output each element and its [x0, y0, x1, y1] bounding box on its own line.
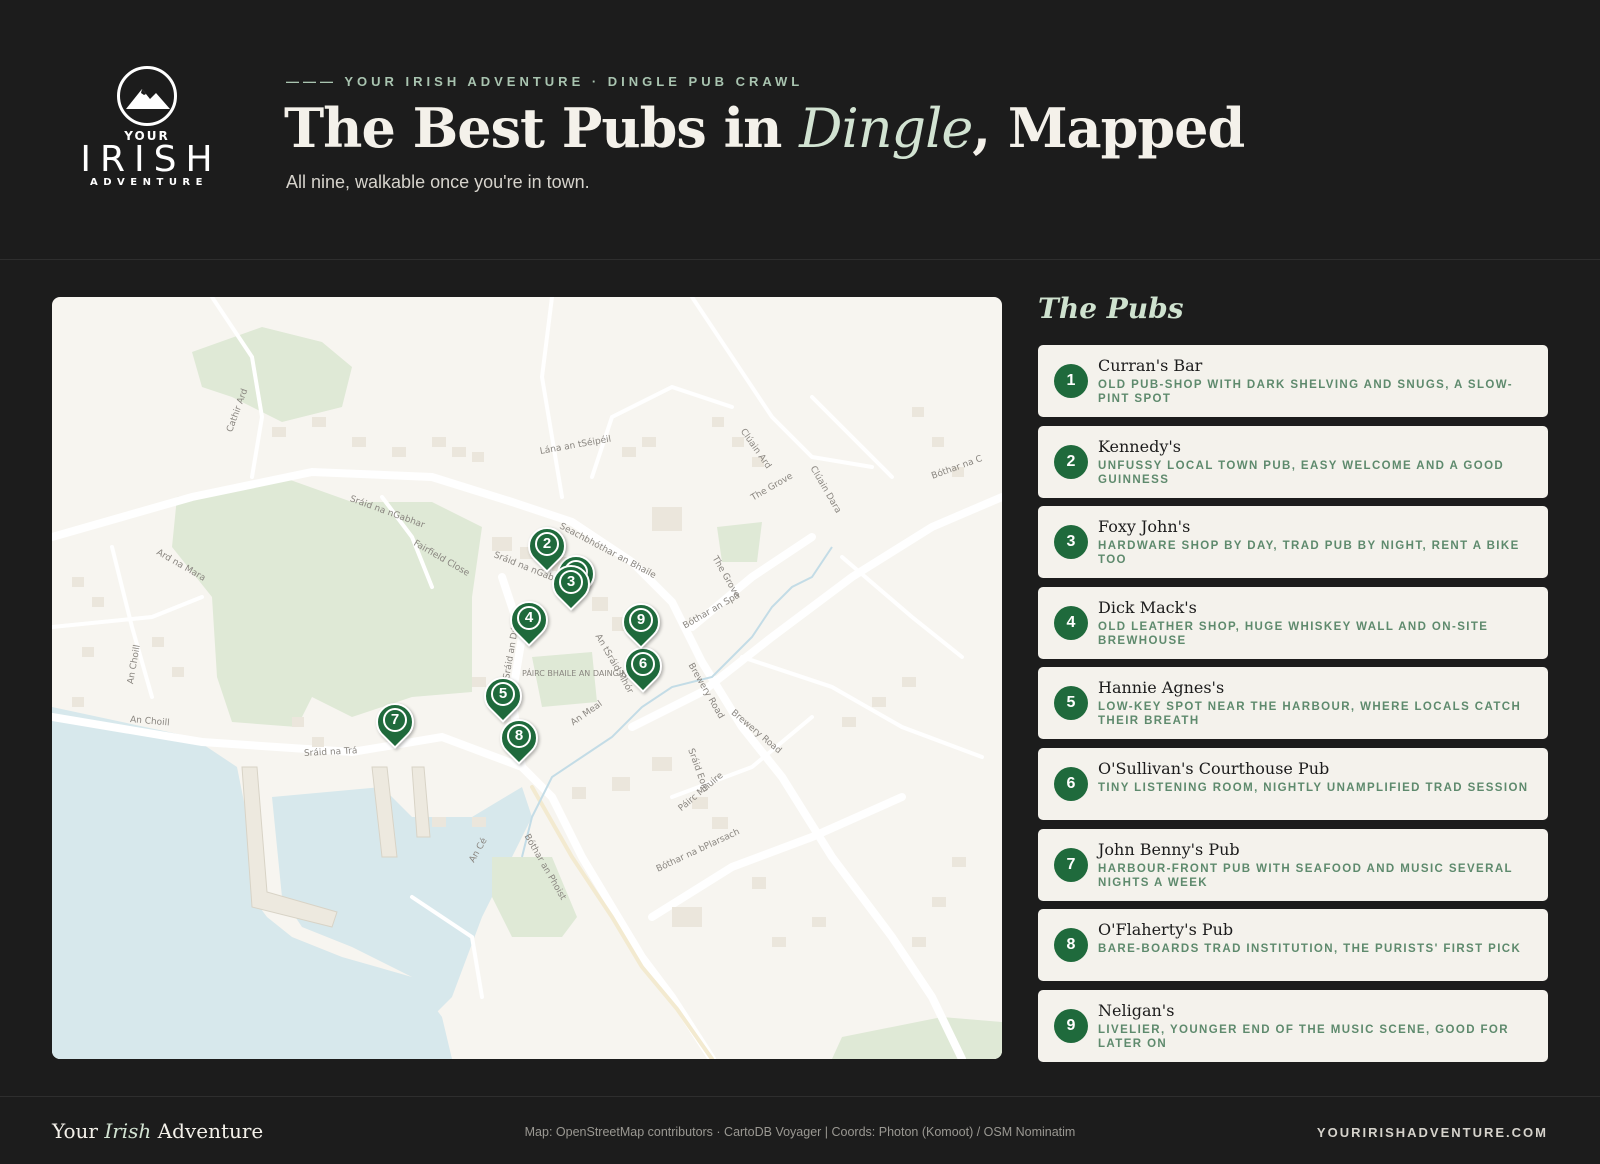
page-footer: Your Irish Adventure Map: OpenStreetMap …: [0, 1096, 1600, 1164]
map-basemap: [52, 297, 1002, 1059]
pub-number-badge: 4: [1054, 605, 1088, 640]
pub-name: John Benny's Pub: [1098, 839, 1240, 859]
pub-card-7[interactable]: 7 John Benny's Pub Harbour-front pub with …: [1038, 828, 1548, 901]
pub-list: 1 Curran's Bar Old pub-shop with dark shel…: [1038, 345, 1548, 1070]
pub-description: Low-key spot near the harbour, where loc…: [1098, 701, 1522, 728]
marker-number: 9: [629, 608, 653, 632]
marker-number: 4: [517, 606, 541, 630]
pub-description: Bare-boards trad institution, the purist…: [1098, 943, 1522, 956]
pub-description: Old leather shop, huge whiskey wall and …: [1098, 620, 1489, 647]
marker-number: 8: [507, 724, 531, 748]
pub-card-9[interactable]: 9 Neligan's Livelier, younger end of the m…: [1038, 989, 1548, 1062]
pub-name: Curran's Bar: [1098, 356, 1203, 375]
pub-description: Tiny listening room, nightly unamplified…: [1098, 781, 1529, 794]
pub-name: Neligan's: [1098, 1000, 1175, 1020]
pub-description: Livelier, younger end of the music scene…: [1098, 1023, 1509, 1050]
page-header: YOUR IRISH ADVENTURE ——— YOUR IRISH ADVE…: [0, 0, 1600, 260]
pub-description: Hardware shop by day, trad pub by night,…: [1098, 540, 1520, 567]
marker-number: 3: [559, 570, 583, 594]
pub-name: Foxy John's: [1098, 517, 1191, 537]
map-marker-9[interactable]: 9: [614, 595, 668, 651]
pub-number-badge: 8: [1054, 928, 1088, 963]
website-link[interactable]: YOURIRISHADVENTURE.COM: [1317, 1125, 1548, 1140]
pub-number-badge: 3: [1054, 525, 1088, 560]
logo-text-irish: IRISH: [80, 139, 222, 180]
pub-description: Harbour-front pub with seafood and music…: [1098, 862, 1513, 889]
pub-card-3[interactable]: 3 Foxy John's Hardware shop by day, trad p…: [1038, 506, 1548, 579]
pub-number-badge: 2: [1054, 444, 1088, 479]
mountain-icon: [117, 66, 177, 126]
marker-number: 2: [535, 532, 559, 556]
pub-card-1[interactable]: 1 Curran's Bar Old pub-shop with dark shel…: [1038, 345, 1548, 417]
pub-map[interactable]: Sráid na nGabhar Seachbhóthar an Bhaile Sr…: [52, 297, 1002, 1059]
pub-number-badge: 9: [1054, 1008, 1088, 1043]
title-prefix: The Best Pubs in: [284, 96, 800, 160]
page-subtitle: All nine, walkable once you're in town.: [286, 172, 590, 192]
pub-number-badge: 1: [1054, 364, 1088, 398]
brand-logo[interactable]: YOUR IRISH ADVENTURE: [72, 66, 222, 196]
pub-number-badge: 5: [1054, 686, 1088, 721]
pub-name: O'Flaherty's Pub: [1098, 920, 1234, 940]
pub-list-title: The Pubs: [1038, 292, 1184, 325]
pub-description: Unfussy local town pub, easy welcome and…: [1098, 459, 1505, 486]
pub-card-8[interactable]: 8 O'Flaherty's Pub Bare-boards trad instit…: [1038, 909, 1548, 982]
marker-number: 7: [383, 708, 407, 732]
map-marker-4[interactable]: 4: [502, 593, 556, 649]
pub-card-6[interactable]: 6 O'Sullivan's Courthouse Pub Tiny listeni…: [1038, 747, 1548, 820]
marker-number: 5: [491, 682, 515, 706]
map-marker-6[interactable]: 6: [616, 639, 670, 695]
pub-name: Hannie Agnes's: [1098, 678, 1225, 698]
pub-name: Kennedy's: [1098, 436, 1181, 456]
pub-card-2[interactable]: 2 Kennedy's Unfussy local town pub, easy w…: [1038, 425, 1548, 498]
page-title: The Best Pubs in Dingle, Mapped: [284, 96, 1245, 160]
pub-number-badge: 7: [1054, 847, 1088, 882]
marker-number: 6: [631, 652, 655, 676]
header-kicker: ——— YOUR IRISH ADVENTURE · DINGLE PUB CR…: [286, 74, 804, 89]
pub-number-badge: 6: [1054, 766, 1088, 801]
map-marker-7[interactable]: 7: [368, 695, 422, 751]
title-suffix: , Mapped: [972, 96, 1245, 160]
street-label: PÁIRC BHAILE AN DAINGIN: [522, 669, 628, 678]
map-marker-3[interactable]: 3: [544, 557, 598, 613]
pub-description: Old pub-shop with dark shelving and snug…: [1098, 379, 1513, 405]
pub-card-5[interactable]: 5 Hannie Agnes's Low-key spot near the har…: [1038, 667, 1548, 740]
map-marker-8[interactable]: 8: [492, 711, 546, 767]
pub-name: O'Sullivan's Courthouse Pub: [1098, 758, 1330, 778]
logo-text-adventure: ADVENTURE: [90, 177, 208, 188]
pub-card-4[interactable]: 4 Dick Mack's Old leather shop, huge whisk…: [1038, 586, 1548, 659]
title-emphasis: Dingle: [799, 97, 973, 160]
pub-name: Dick Mack's: [1098, 597, 1197, 617]
